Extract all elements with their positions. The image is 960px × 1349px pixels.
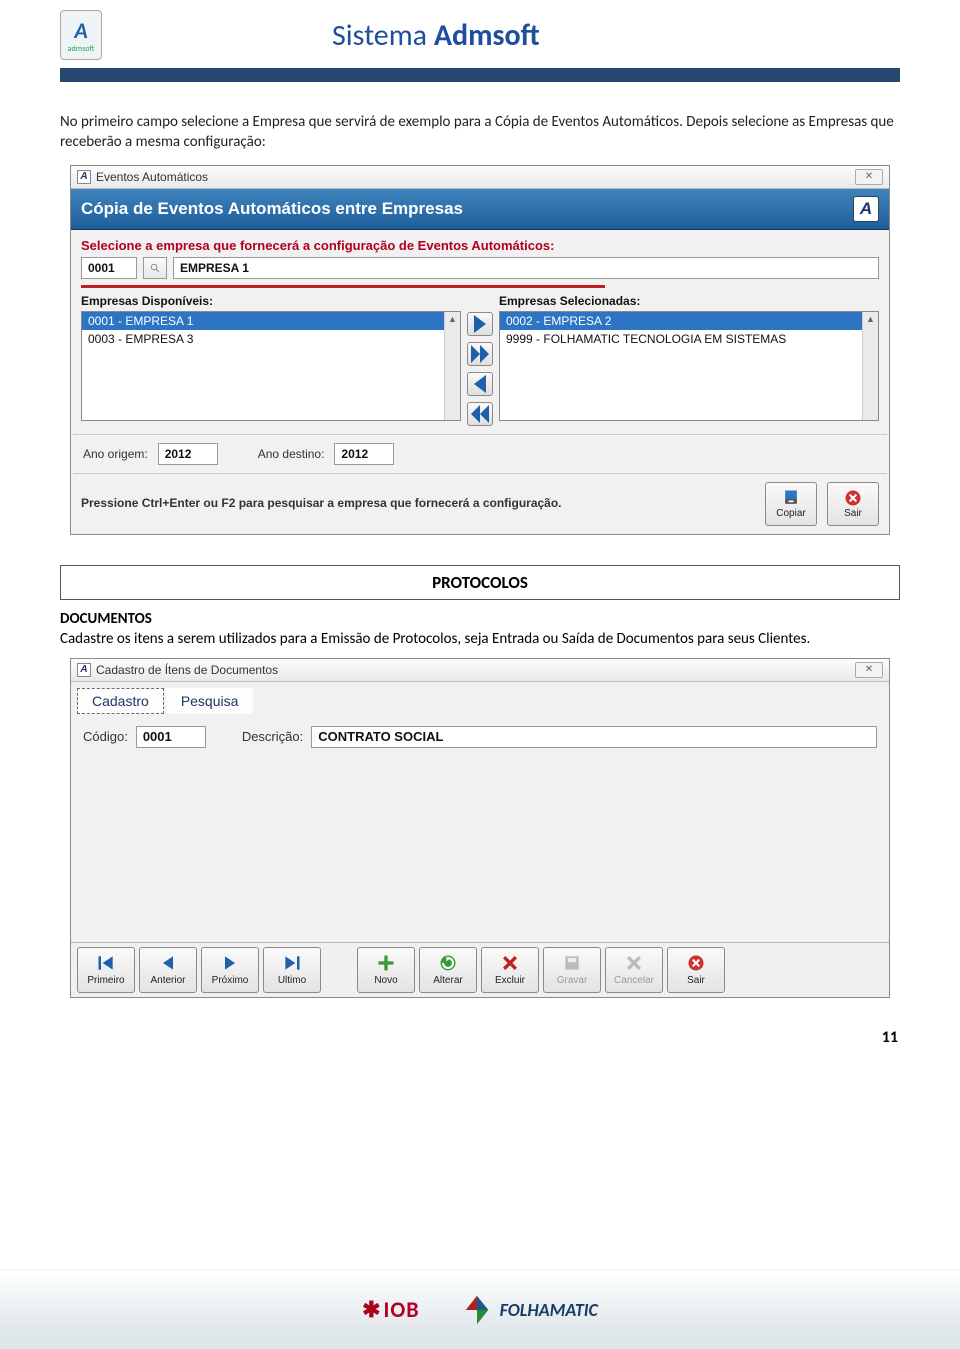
- scrollbar[interactable]: ▲: [862, 312, 878, 420]
- label-ano-origem: Ano origem:: [83, 447, 148, 461]
- anterior-button[interactable]: Anterior: [139, 947, 197, 993]
- list-item[interactable]: 0002 - EMPRESA 2: [500, 312, 878, 330]
- section-banner-protocolos: PROTOCOLOS: [60, 565, 900, 600]
- window-title: Eventos Automáticos: [96, 170, 855, 184]
- footer-logos: IOB FOLHAMATIC: [0, 1269, 960, 1349]
- gravar-button[interactable]: Gravar: [543, 947, 601, 993]
- logo-iob: IOB: [362, 1296, 420, 1323]
- list-selecionadas[interactable]: 0002 - EMPRESA 2 9999 - FOLHAMATIC TECNO…: [499, 311, 879, 421]
- copiar-button[interactable]: Copiar: [765, 482, 817, 526]
- list-item[interactable]: 9999 - FOLHAMATIC TECNOLOGIA EM SISTEMAS: [500, 330, 878, 348]
- doc-header: A admsoft Sistema Admsoft: [60, 10, 900, 60]
- move-all-right-icon[interactable]: [467, 342, 493, 366]
- ano-origem-field[interactable]: 2012: [158, 443, 218, 465]
- titlebar: A Eventos Automáticos ✕: [71, 166, 889, 189]
- logo-folhamatic-text: FOLHAMATIC: [500, 1299, 598, 1321]
- label-ano-destino: Ano destino:: [258, 447, 325, 461]
- empresa-field[interactable]: EMPRESA 1: [173, 257, 879, 279]
- instruction-text: Selecione a empresa que fornecerá a conf…: [71, 230, 889, 257]
- codigo-field[interactable]: 0001: [136, 726, 206, 748]
- section-text: Cadastre os itens a serem utilizados par…: [60, 630, 900, 648]
- close-icon[interactable]: ✕: [855, 662, 883, 678]
- button-label: Próximo: [212, 975, 249, 986]
- page-title: Sistema Admsoft: [332, 17, 540, 54]
- button-label: Copiar: [776, 508, 805, 519]
- label-codigo: Código:: [83, 729, 128, 744]
- red-underline: [81, 285, 605, 288]
- label-disponiveis: Empresas Disponíveis:: [81, 294, 461, 308]
- page-number: 11: [0, 1018, 960, 1047]
- window-eventos-automaticos: A Eventos Automáticos ✕ Cópia de Eventos…: [70, 165, 890, 535]
- tab-cadastro[interactable]: Cadastro: [77, 688, 164, 714]
- move-right-icon[interactable]: [467, 312, 493, 336]
- logo-subtext: admsoft: [68, 44, 95, 54]
- sair-button[interactable]: Sair: [827, 482, 879, 526]
- title-bold: Admsoft: [434, 17, 540, 54]
- list-disponiveis[interactable]: 0001 - EMPRESA 1 0003 - EMPRESA 3 ▲: [81, 311, 461, 421]
- move-left-icon[interactable]: [467, 372, 493, 396]
- button-label: Cancelar: [614, 975, 654, 986]
- ano-destino-field[interactable]: 2012: [334, 443, 394, 465]
- app-icon: A: [77, 663, 91, 677]
- logo-folhamatic: FOLHAMATIC: [460, 1293, 598, 1327]
- scrollbar[interactable]: ▲: [444, 312, 460, 420]
- title-pre: Sistema: [332, 17, 434, 54]
- label-descricao: Descrição:: [242, 729, 303, 744]
- ultimo-button[interactable]: Ultimo: [263, 947, 321, 993]
- help-icon[interactable]: A: [853, 196, 879, 222]
- button-label: Primeiro: [87, 975, 124, 986]
- button-label: Sair: [687, 975, 705, 986]
- sair-button[interactable]: Sair: [667, 947, 725, 993]
- window-subtitle-bar: Cópia de Eventos Automáticos entre Empre…: [71, 189, 889, 230]
- transfer-buttons: [467, 294, 493, 426]
- hint-text: Pressione Ctrl+Enter ou F2 para pesquisa…: [81, 496, 755, 510]
- window-title: Cadastro de Ítens de Documentos: [96, 663, 855, 677]
- descricao-field[interactable]: CONTRATO SOCIAL: [311, 726, 877, 748]
- button-label: Gravar: [557, 975, 588, 986]
- window-subtitle: Cópia de Eventos Automáticos entre Empre…: [81, 199, 463, 219]
- intro-text: No primeiro campo selecione a Empresa qu…: [60, 112, 900, 153]
- logo-letter: A: [74, 17, 87, 44]
- button-label: Excluir: [495, 975, 525, 986]
- novo-button[interactable]: Novo: [357, 947, 415, 993]
- alterar-button[interactable]: Alterar: [419, 947, 477, 993]
- move-all-left-icon[interactable]: [467, 402, 493, 426]
- button-label: Novo: [374, 975, 397, 986]
- codigo-field[interactable]: 0001: [81, 257, 137, 279]
- titlebar: A Cadastro de Ítens de Documentos ✕: [71, 659, 889, 682]
- app-icon: A: [77, 170, 91, 184]
- excluir-button[interactable]: Excluir: [481, 947, 539, 993]
- window-cadastro-itens: A Cadastro de Ítens de Documentos ✕ Cada…: [70, 658, 890, 998]
- close-icon[interactable]: ✕: [855, 169, 883, 185]
- cancelar-button[interactable]: Cancelar: [605, 947, 663, 993]
- button-label: Sair: [844, 508, 862, 519]
- button-label: Alterar: [433, 975, 462, 986]
- section-heading: DOCUMENTOS: [60, 610, 900, 628]
- tab-pesquisa[interactable]: Pesquisa: [166, 688, 254, 714]
- list-item[interactable]: 0003 - EMPRESA 3: [82, 330, 460, 348]
- button-label: Ultimo: [278, 975, 306, 986]
- search-icon[interactable]: [143, 257, 167, 279]
- header-divider: [60, 68, 900, 82]
- primeiro-button[interactable]: Primeiro: [77, 947, 135, 993]
- label-selecionadas: Empresas Selecionadas:: [499, 294, 879, 308]
- list-item[interactable]: 0001 - EMPRESA 1: [82, 312, 460, 330]
- button-label: Anterior: [150, 975, 185, 986]
- proximo-button[interactable]: Próximo: [201, 947, 259, 993]
- logo-icon: A admsoft: [60, 10, 102, 60]
